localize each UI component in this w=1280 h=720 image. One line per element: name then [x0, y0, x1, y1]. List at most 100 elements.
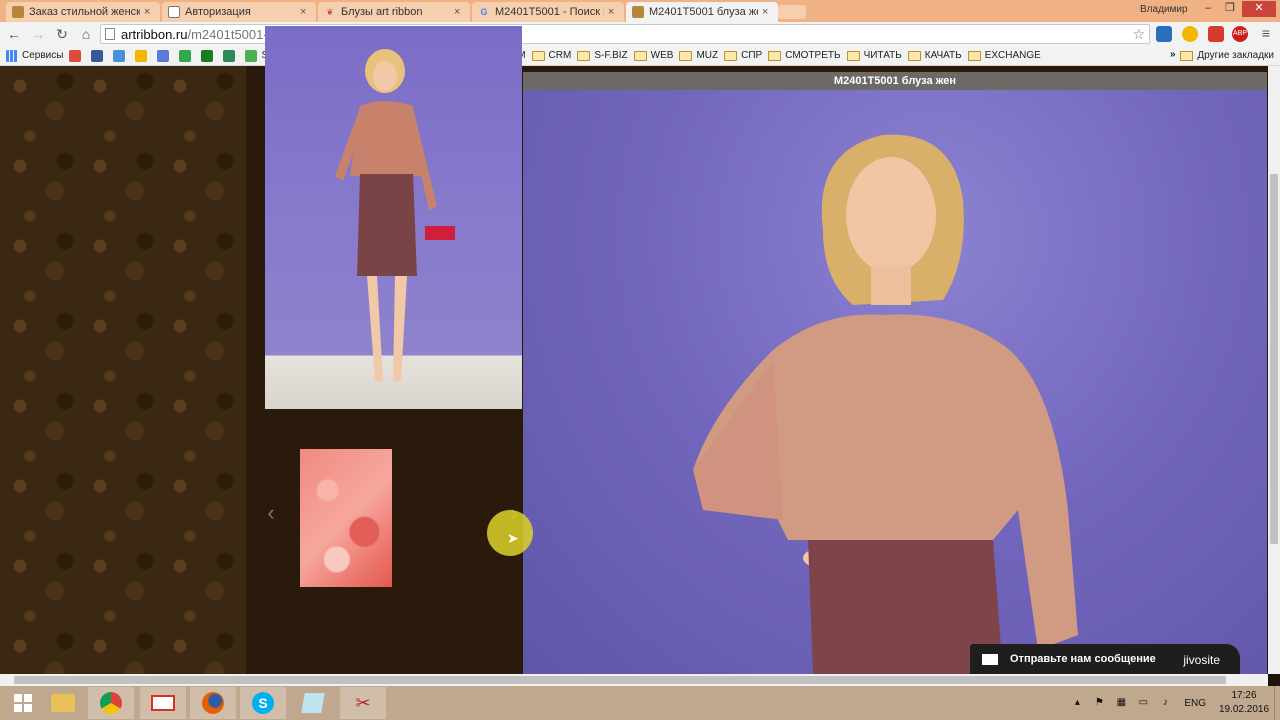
bookmark-folder[interactable]: S-F.BIZ: [577, 50, 628, 61]
network-icon[interactable]: ▦: [1114, 697, 1128, 709]
location-pin-icon[interactable]: [1182, 26, 1198, 42]
show-desktop-button[interactable]: [1274, 686, 1280, 720]
bookmark-favicon-icon: [201, 49, 214, 62]
bookmark-label: MUZ: [696, 50, 719, 61]
page-info-icon[interactable]: [105, 28, 115, 40]
lightbox-title: M2401T5001 блуза жен: [523, 72, 1267, 90]
minimize-icon[interactable]: –: [1196, 1, 1220, 17]
bookmark-item[interactable]: [223, 49, 239, 62]
gallery-prev-arrow[interactable]: ‹: [263, 500, 279, 526]
browser-toolbar: ← → ↻ ⌂ artribbon.ru/m2401t5001-bluza-zh…: [0, 22, 1280, 46]
browser-tab-active[interactable]: M2401T5001 блуза жен ×: [626, 2, 778, 22]
back-arrow-icon[interactable]: ←: [4, 24, 24, 44]
browser-tab[interactable]: Авторизация ×: [162, 2, 316, 22]
forward-arrow-icon[interactable]: →: [28, 24, 48, 44]
bookmark-folder[interactable]: СПР: [724, 50, 762, 61]
show-hidden-icons-icon[interactable]: ▴: [1070, 697, 1084, 709]
bookmark-folder[interactable]: КАЧАТЬ: [907, 50, 962, 61]
tab-close-icon[interactable]: ×: [608, 6, 618, 18]
bookmarks-overflow-chevron[interactable]: »: [1170, 49, 1176, 60]
model-closeup-illustration: [693, 134, 1078, 674]
bookmark-folder[interactable]: CRM: [531, 50, 572, 61]
taskbar-gmail[interactable]: [140, 687, 186, 719]
bookmark-item[interactable]: [69, 49, 85, 62]
bookmark-item[interactable]: [201, 49, 217, 62]
folder-icon: [679, 50, 693, 61]
folder-icon: [967, 50, 981, 61]
action-center-icon[interactable]: ▭: [1136, 697, 1150, 709]
image-lightbox[interactable]: M2401T5001 блуза жен: [523, 72, 1267, 674]
firefox-icon: [202, 692, 224, 714]
new-tab-button[interactable]: [778, 5, 806, 19]
extension-icon[interactable]: [1208, 26, 1224, 42]
bookmark-label: ЧИТАТЬ: [863, 50, 902, 61]
bookmark-folder[interactable]: WEB: [633, 50, 674, 61]
bookmark-folder[interactable]: MUZ: [679, 50, 718, 61]
bookmark-star-icon[interactable]: ☆: [1132, 26, 1145, 43]
scrollbar-thumb[interactable]: [14, 676, 1226, 684]
bookmark-item[interactable]: [113, 49, 129, 62]
browser-tab[interactable]: G M2401T5001 - Поиск в G ×: [472, 2, 624, 22]
bookmarks-bar: СервисыSWCYMБАKeepTOOLsCOMCRMS-F.BIZWEBM…: [0, 46, 1280, 66]
home-icon[interactable]: ⌂: [76, 24, 96, 44]
bookmark-item[interactable]: [179, 49, 195, 62]
page-favicon-icon: [168, 6, 180, 18]
chat-label: Отправьте нам сообщение: [1010, 653, 1156, 665]
bookmark-item[interactable]: [157, 49, 173, 62]
taskbar-explorer[interactable]: [40, 687, 86, 719]
tab-close-icon[interactable]: ×: [762, 6, 772, 18]
bookmark-item[interactable]: Сервисы: [6, 49, 64, 62]
scrollbar-thumb[interactable]: [1270, 174, 1278, 544]
folder-icon: [531, 50, 545, 61]
site-favicon-icon: [632, 6, 644, 18]
chat-widget[interactable]: Отправьте нам сообщение jivosite: [970, 644, 1240, 674]
volume-icon[interactable]: ♪: [1158, 697, 1172, 709]
adblock-icon[interactable]: ABP: [1232, 26, 1248, 42]
folder-icon: [907, 50, 921, 61]
gallery-thumbnail[interactable]: [300, 449, 392, 587]
close-window-icon[interactable]: ✕: [1242, 1, 1276, 17]
google-favicon-icon: G: [480, 7, 488, 17]
profile-name[interactable]: Владимир: [1140, 4, 1188, 15]
other-bookmarks-label: Другие закладки: [1197, 50, 1274, 61]
bookmark-label: WEB: [650, 50, 674, 61]
folder-icon: [846, 50, 860, 61]
taskbar-firefox[interactable]: [190, 687, 236, 719]
site-favicon-icon: [12, 6, 24, 18]
horizontal-scrollbar[interactable]: [0, 674, 1268, 686]
bookmark-label: Сервисы: [22, 50, 64, 61]
vertical-scrollbar[interactable]: [1268, 66, 1280, 674]
extension-icon[interactable]: [1156, 26, 1172, 42]
taskbar-notes[interactable]: [290, 687, 336, 719]
other-bookmarks[interactable]: Другие закладки: [1180, 50, 1274, 61]
browser-tab-bar: Заказ стильной женской × Авторизация × ❦…: [0, 0, 1280, 22]
tab-close-icon[interactable]: ×: [144, 6, 154, 18]
bookmark-label: КАЧАТЬ: [924, 50, 962, 61]
tab-close-icon[interactable]: ×: [454, 6, 464, 18]
address-bar[interactable]: artribbon.ru/m2401t5001-bluza-zhen.html …: [100, 24, 1150, 44]
lightbox-image[interactable]: [523, 90, 1267, 674]
taskbar-snipping-tool[interactable]: ✂: [340, 687, 386, 719]
menu-icon[interactable]: ≡: [1258, 26, 1274, 42]
bookmark-folder[interactable]: ЧИТАТЬ: [846, 50, 902, 61]
scissors-icon: ✂: [355, 692, 371, 713]
tab-close-icon[interactable]: ×: [300, 6, 310, 18]
bookmark-label: CRM: [548, 50, 572, 61]
browser-tab[interactable]: Заказ стильной женской ×: [6, 2, 160, 22]
flag-icon[interactable]: ⚑: [1092, 697, 1106, 709]
bookmark-folder[interactable]: EXCHANGE: [967, 50, 1041, 61]
restore-icon[interactable]: ❐: [1218, 1, 1242, 17]
bookmark-folder[interactable]: СМОТРЕТЬ: [768, 50, 841, 61]
bookmark-favicon-icon: [113, 49, 126, 62]
taskbar-chrome[interactable]: [88, 687, 134, 719]
bookmark-item[interactable]: [91, 49, 107, 62]
taskbar-skype[interactable]: S: [240, 687, 286, 719]
bookmark-label: СПР: [741, 50, 763, 61]
notes-icon: [301, 693, 325, 713]
product-main-photo[interactable]: [265, 26, 522, 409]
language-indicator[interactable]: ENG: [1184, 698, 1206, 709]
bookmark-item[interactable]: [135, 49, 151, 62]
reload-icon[interactable]: ↻: [52, 24, 72, 44]
browser-tab[interactable]: ❦ Блузы art ribbon ×: [318, 2, 470, 22]
clock[interactable]: 17:26 19.02.2016: [1214, 689, 1274, 717]
